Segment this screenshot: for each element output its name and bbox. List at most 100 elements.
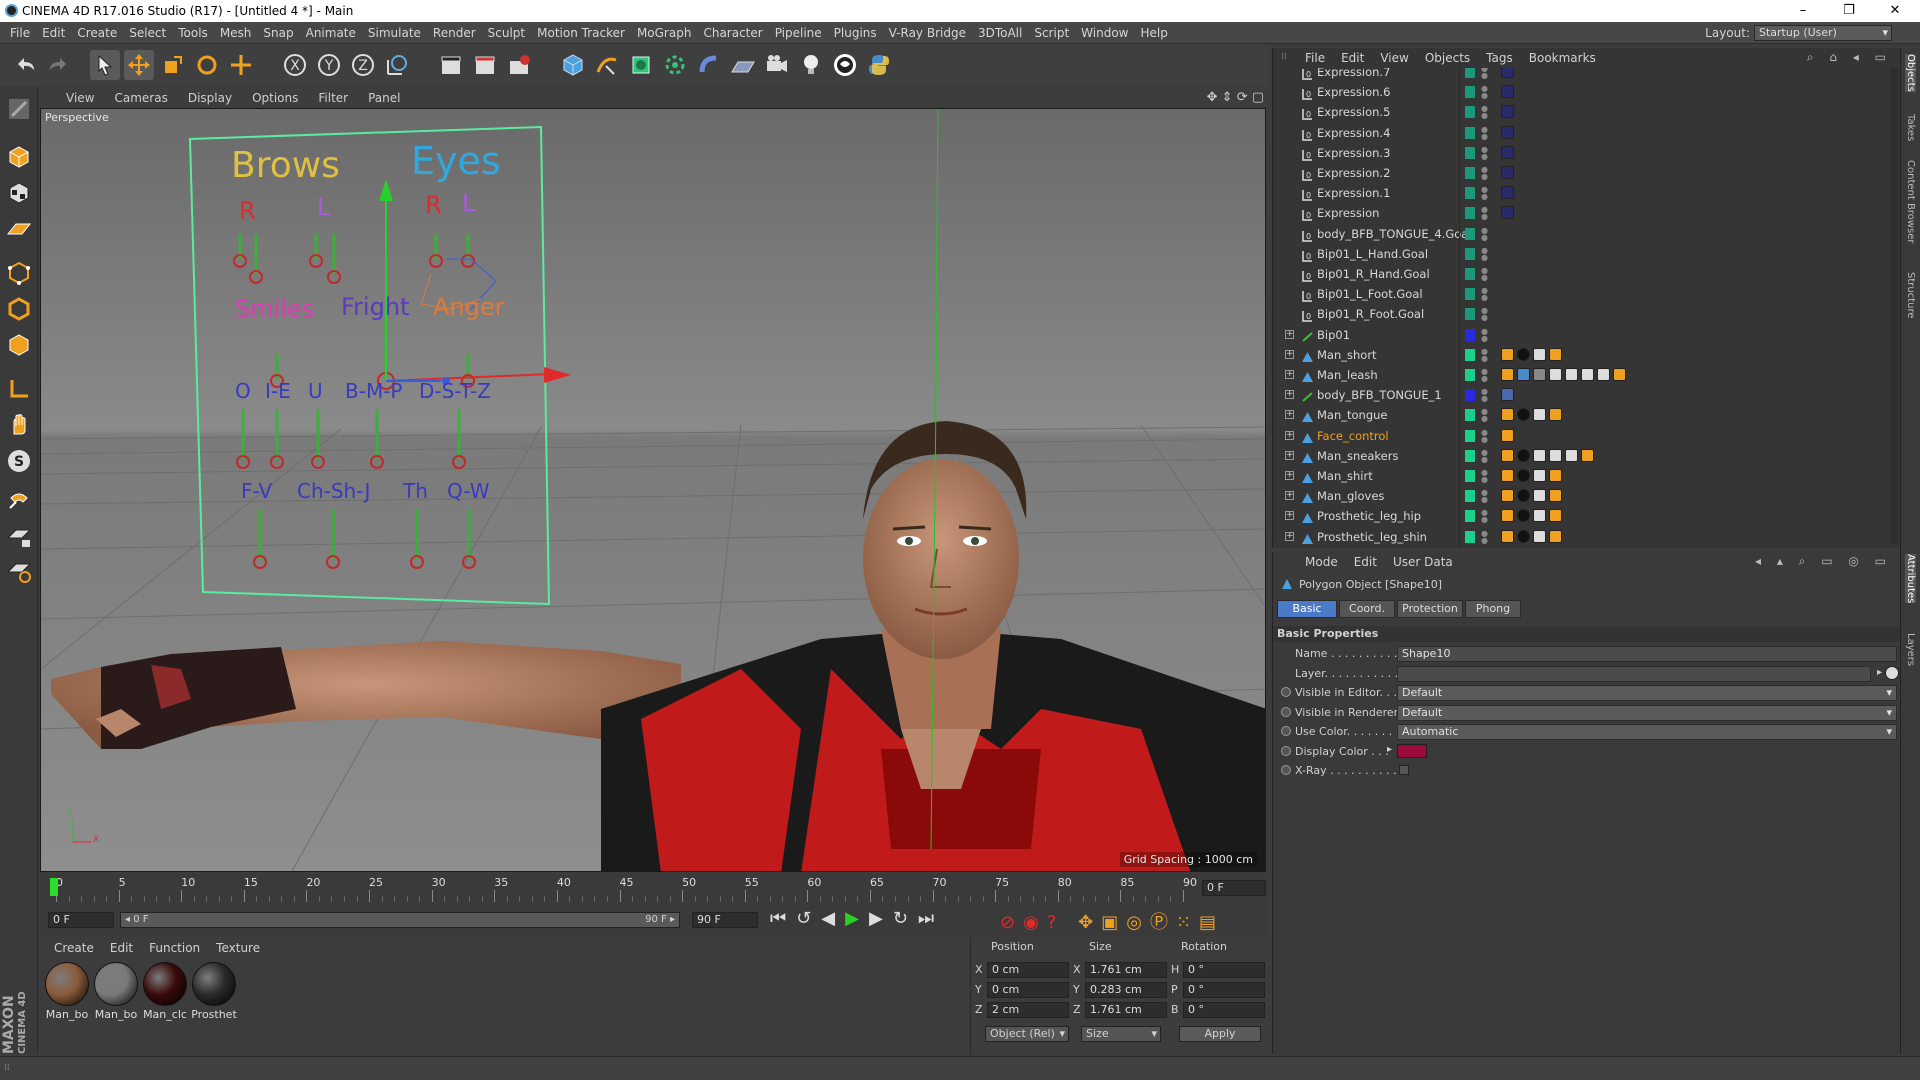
menu-tools[interactable]: Tools	[172, 22, 214, 44]
object-row[interactable]: 0 Expression.6 ● ●	[1273, 82, 1893, 102]
prev-frame-icon[interactable]: ◀	[821, 908, 845, 929]
side-tab-attributes[interactable]: Attributes	[1905, 554, 1916, 604]
menu-help[interactable]: Help	[1134, 22, 1173, 44]
expand-toggle-icon[interactable]: +	[1285, 329, 1294, 339]
visibility-dots-icon[interactable]: ● ●	[1481, 145, 1488, 160]
layer-picker-icon[interactable]	[1885, 665, 1899, 680]
scheme-icon[interactable]: ▤	[1199, 912, 1224, 933]
undo-button[interactable]	[10, 50, 40, 80]
keyframe-selection-icon[interactable]: ?	[1047, 912, 1065, 933]
menu-render[interactable]: Render	[427, 22, 482, 44]
frame-range-slider[interactable]: ◂ 0 F 90 F ▸	[120, 912, 680, 928]
object-tag-icon[interactable]	[1549, 469, 1562, 482]
close-button[interactable]: ✕	[1872, 0, 1918, 22]
size-x-field[interactable]: 1.761 cm	[1085, 962, 1167, 978]
object-row[interactable]: 0 Bip01_L_Hand.Goal ● ●	[1273, 244, 1893, 264]
object-row[interactable]: 0 body_BFB_TONGUE_4.Goal ● ●	[1273, 224, 1893, 244]
autokey-icon[interactable]: ◉	[1023, 912, 1047, 933]
object-row[interactable]: 0 Expression.4 ● ●	[1273, 123, 1893, 143]
object-row[interactable]: 0 Expression.1 ● ●	[1273, 183, 1893, 203]
object-menu-edit[interactable]: Edit	[1333, 48, 1372, 68]
attr-select[interactable]: Default ▾	[1397, 685, 1897, 701]
z-axis-lock-button[interactable]: Z	[348, 50, 378, 80]
object-tag-icon[interactable]	[1533, 469, 1546, 482]
deformer-button[interactable]	[694, 50, 724, 80]
material-swatch[interactable]: Man_clc	[142, 962, 188, 1021]
animate-toggle-icon[interactable]	[1281, 726, 1291, 736]
material-menu-function[interactable]: Function	[141, 938, 208, 958]
object-tag-icon[interactable]	[1501, 85, 1514, 99]
object-menu-view[interactable]: View	[1372, 48, 1416, 68]
menu-v-ray-bridge[interactable]: V-Ray Bridge	[883, 22, 972, 44]
size-y-field[interactable]: 0.283 cm	[1085, 982, 1167, 998]
visibility-dots-icon[interactable]: ● ●	[1481, 186, 1488, 201]
recent-tools-button[interactable]	[226, 50, 256, 80]
object-tag-icon[interactable]	[1501, 347, 1514, 361]
object-tag-icon[interactable]	[1533, 489, 1546, 503]
rotation-h-field[interactable]: 0 °	[1183, 962, 1265, 978]
playback-controls[interactable]: ⏮↺◀▶▶↻⏭	[770, 908, 944, 934]
visibility-dots-icon[interactable]: ● ●	[1481, 246, 1488, 261]
object-tag-icon[interactable]	[1549, 368, 1562, 381]
object-tag-icon[interactable]	[1533, 448, 1546, 462]
attr-select[interactable]: Default ▾	[1397, 704, 1897, 721]
expand-toggle-icon[interactable]: +	[1285, 450, 1294, 460]
attribute-nav-icons[interactable]: ◂ ▴ ⌕ ▭ ◎ ▭	[1755, 554, 1892, 569]
expand-toggle-icon[interactable]: +	[1285, 531, 1294, 541]
layer-color-swatch[interactable]	[1465, 530, 1475, 543]
object-tag-icon[interactable]	[1517, 448, 1530, 462]
object-tag-icon[interactable]	[1613, 368, 1626, 381]
menu-animate[interactable]: Animate	[300, 22, 362, 44]
key-scale-icon[interactable]: ▣	[1101, 912, 1126, 933]
visibility-dots-icon[interactable]: ● ●	[1481, 347, 1488, 362]
workplane-align-button[interactable]	[4, 556, 34, 586]
layer-color-swatch[interactable]	[1465, 146, 1475, 159]
viewport-menu-filter[interactable]: Filter	[308, 88, 358, 108]
viewport-menu-panel[interactable]: Panel	[358, 88, 410, 108]
position-y-field[interactable]: 0 cm	[987, 982, 1069, 998]
menu-simulate[interactable]: Simulate	[362, 22, 427, 44]
object-row[interactable]: 0 Bip01_L_Foot.Goal ● ●	[1273, 284, 1893, 304]
prev-key-icon[interactable]: ↺	[796, 908, 821, 929]
make-editable-button[interactable]	[4, 94, 34, 124]
floor-button[interactable]	[728, 50, 758, 80]
object-tag-icon[interactable]	[1549, 509, 1562, 523]
object-tag-icon[interactable]	[1581, 368, 1594, 381]
attr-select[interactable]: Automatic ▾	[1397, 724, 1897, 740]
viewport-menu-display[interactable]: Display	[178, 88, 242, 108]
object-menu-tags[interactable]: Tags	[1478, 48, 1521, 68]
axis-mode-button[interactable]	[4, 374, 34, 404]
polygons-mode-button[interactable]	[4, 330, 34, 360]
tab-protection[interactable]: Protection	[1397, 600, 1463, 618]
layer-color-swatch[interactable]	[1465, 167, 1475, 179]
timeline-ruler[interactable]: 0 5 10 15 20 25 30 35 40 45 50 55 60 65 70 75 80 85 90 0 F	[40, 874, 1268, 904]
visibility-dots-icon[interactable]: ● ●	[1481, 408, 1488, 423]
visibility-dots-icon[interactable]: ● ●	[1481, 105, 1488, 120]
layer-field[interactable]	[1397, 665, 1871, 682]
menu-mograph[interactable]: MoGraph	[631, 22, 698, 44]
start-frame-field[interactable]: 0 F	[48, 912, 114, 928]
object-row[interactable]: + body_BFB_TONGUE_1 ● ●	[1273, 385, 1893, 405]
object-row[interactable]: + Face_control ● ●	[1273, 426, 1893, 446]
visibility-dots-icon[interactable]: ● ●	[1481, 85, 1488, 100]
name-field[interactable]: Shape10	[1397, 646, 1897, 662]
live-selection-button[interactable]	[90, 50, 120, 80]
scale-tool-button[interactable]	[158, 50, 188, 80]
object-tag-icon[interactable]	[1549, 489, 1562, 503]
render-to-picture-viewer-button[interactable]	[470, 50, 500, 80]
move-tool-button[interactable]	[124, 50, 154, 80]
key-param-icon[interactable]: Ⓟ	[1150, 912, 1176, 933]
material-swatch[interactable]: Prosthet	[191, 962, 237, 1021]
visibility-dots-icon[interactable]: ● ●	[1481, 125, 1488, 140]
object-tag-icon[interactable]	[1533, 529, 1546, 543]
cube-button[interactable]	[558, 50, 588, 80]
object-tag-icon[interactable]	[1501, 68, 1514, 78]
object-tag-icon[interactable]	[1501, 145, 1514, 159]
layer-color-swatch[interactable]	[1465, 308, 1475, 321]
object-scrollbar[interactable]	[1890, 68, 1898, 544]
expand-toggle-icon[interactable]: +	[1285, 390, 1294, 400]
object-tag-icon[interactable]	[1549, 448, 1562, 462]
viewport-menu-cameras[interactable]: Cameras	[104, 88, 177, 108]
key-rotation-icon[interactable]: ◎	[1126, 912, 1150, 933]
menu-create[interactable]: Create	[71, 22, 123, 44]
